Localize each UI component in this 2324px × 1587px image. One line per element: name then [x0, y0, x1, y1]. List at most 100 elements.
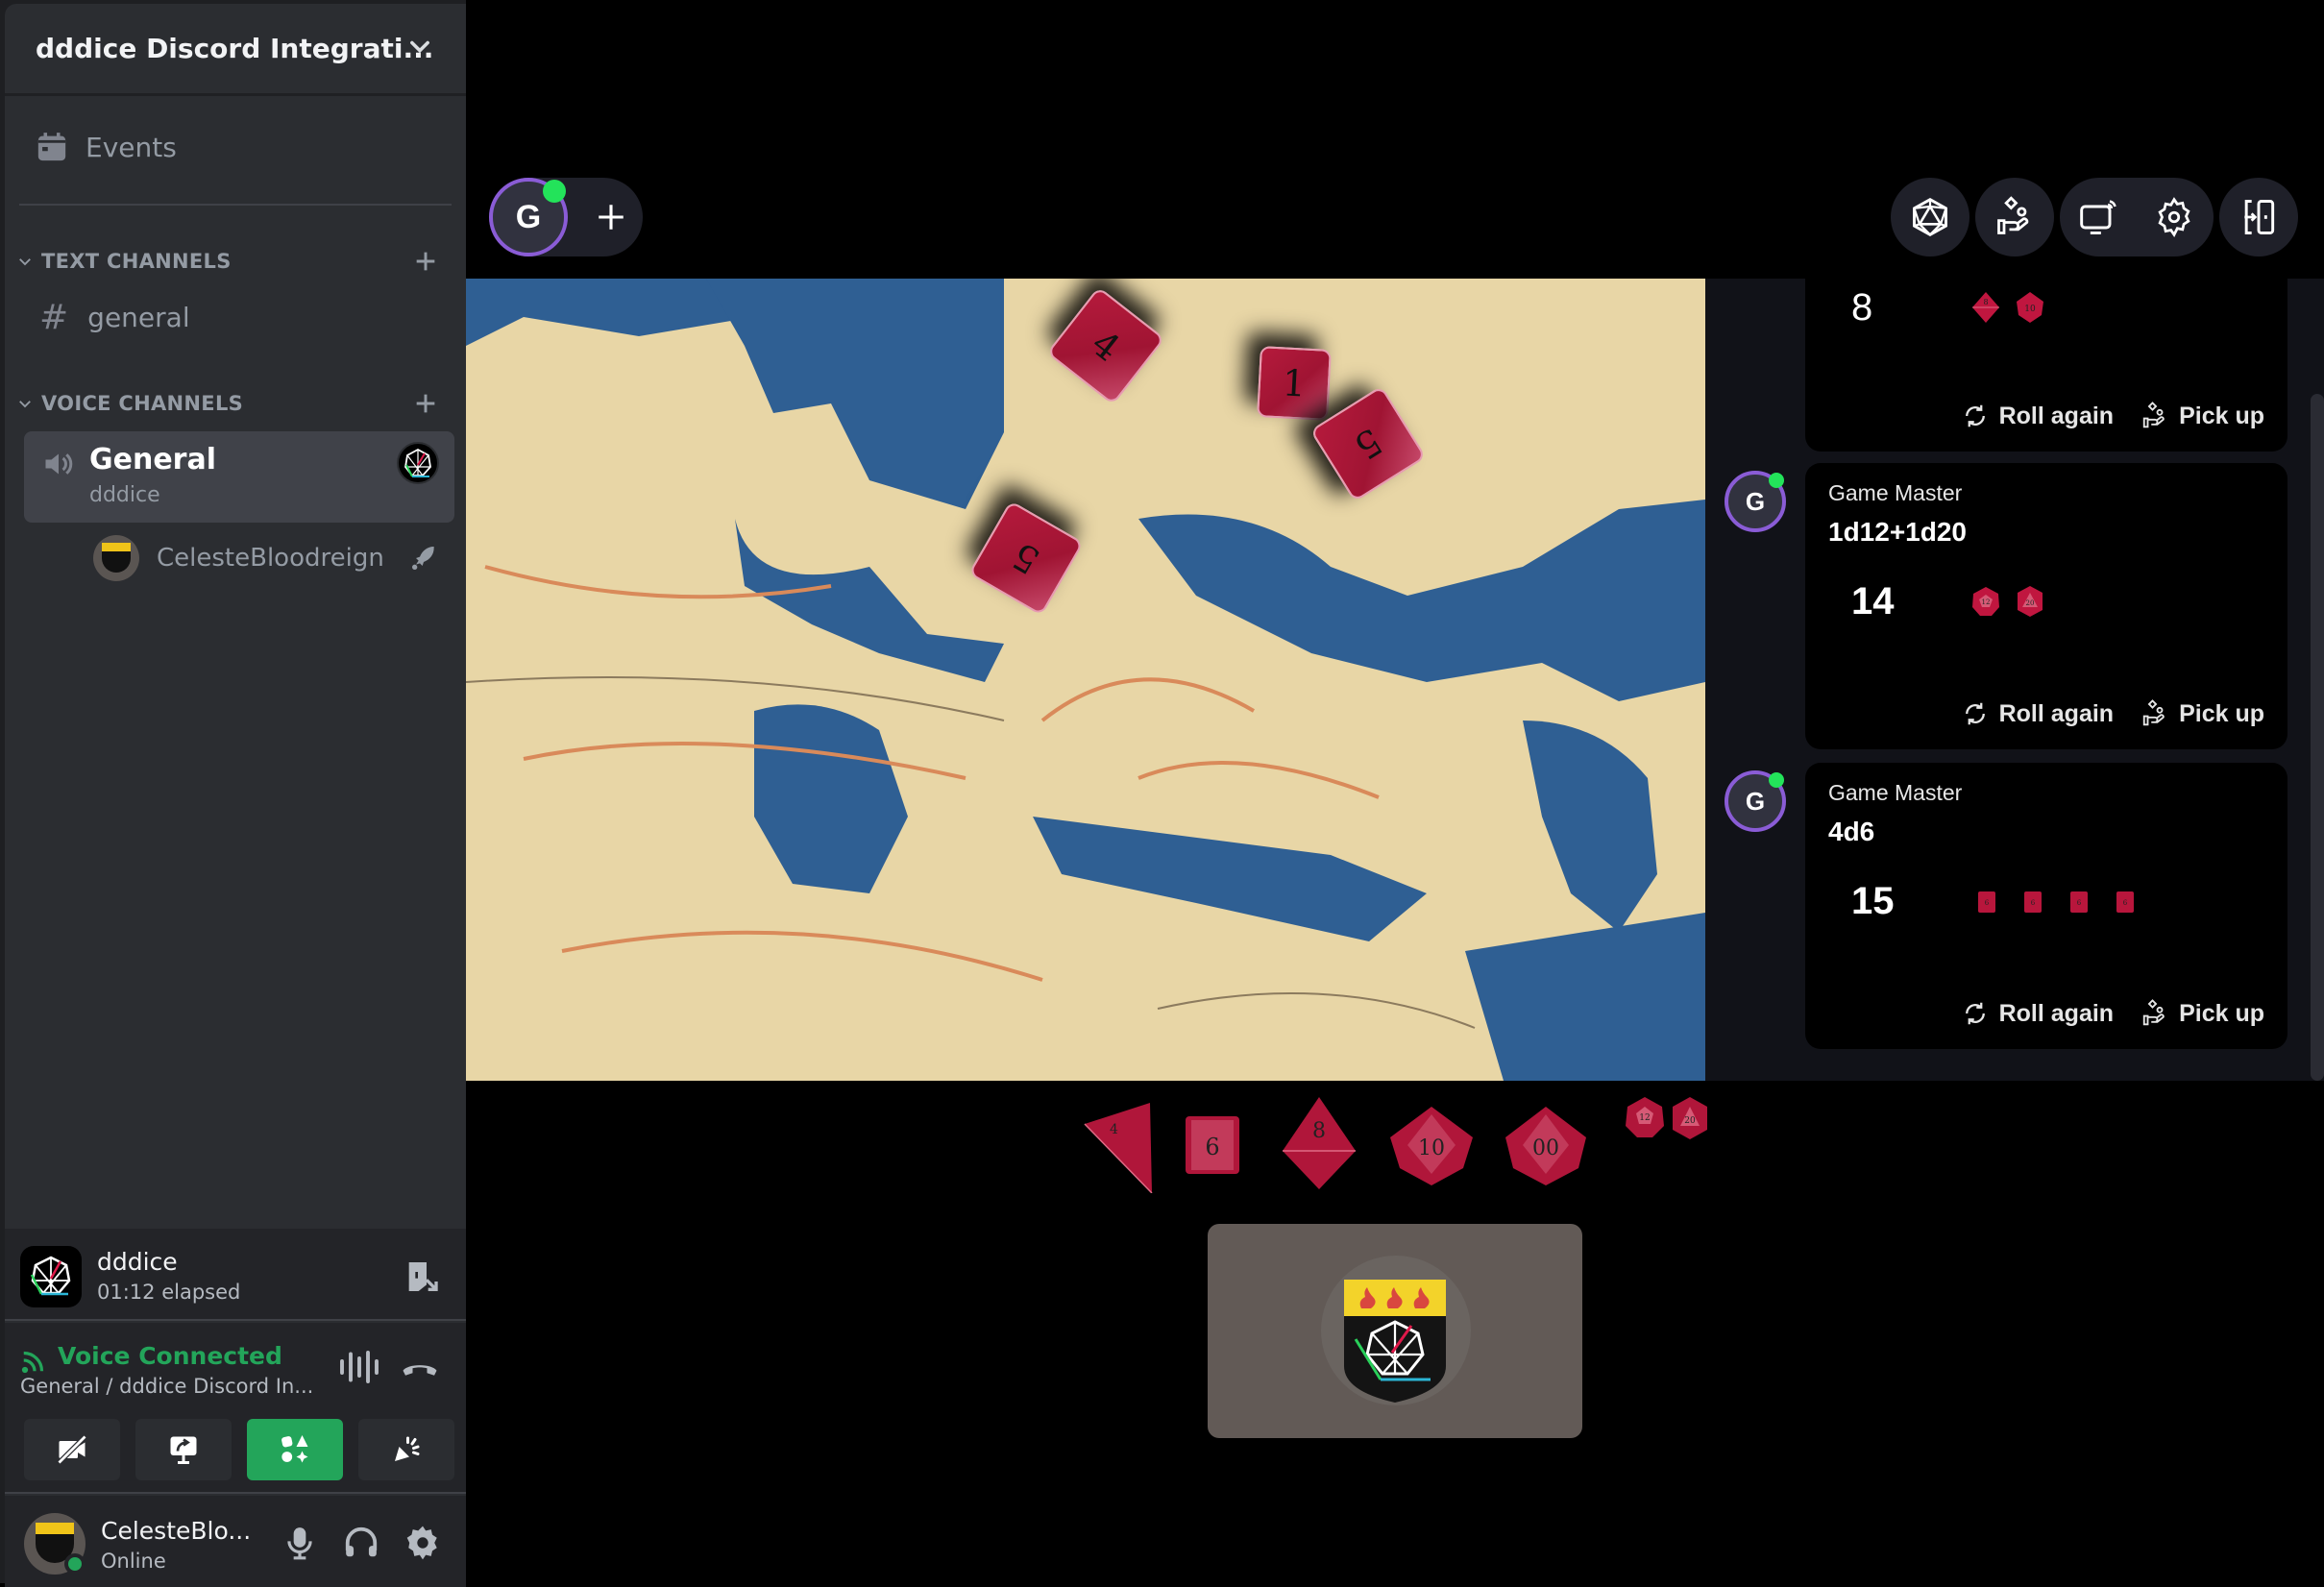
pick-up-button[interactable]: Pick up — [2141, 999, 2264, 1028]
dice-picker-button[interactable] — [1891, 178, 1969, 256]
roll-actions: Roll again Pick up — [1961, 402, 2264, 430]
svg-text:00: 00 — [1532, 1136, 1559, 1160]
roll-log[interactable]: 8 8 10 Roll again Pick up G Game Master … — [1705, 279, 2324, 1081]
roll-player: Game Master — [1828, 480, 1963, 505]
pick-up-dice-button[interactable] — [1975, 178, 2054, 256]
roll-again-label: Roll again — [1998, 699, 2115, 727]
pick-up-icon — [2142, 999, 2165, 1026]
add-player-icon[interactable] — [595, 201, 627, 233]
channel-general[interactable]: # general — [39, 298, 190, 337]
roll-dice: 12 20 — [1969, 584, 2047, 619]
roll-again-button[interactable]: Roll again — [1961, 999, 2114, 1028]
roll-actions: Roll again Pick up — [1961, 699, 2264, 728]
roll-total: 14 — [1851, 580, 1895, 623]
d8-die-icon: 8 — [1972, 292, 1999, 323]
participant-video-tile[interactable] — [1208, 1224, 1582, 1438]
die-value: 4 — [1083, 322, 1129, 370]
pick-up-button[interactable]: Pick up — [2141, 402, 2264, 430]
pick-up-button[interactable]: Pick up — [2141, 699, 2264, 728]
create-channel-icon[interactable] — [412, 248, 439, 275]
voice-channels-category[interactable]: VOICE CHANNELS — [16, 392, 439, 415]
roll-again-label: Roll again — [1998, 402, 2115, 429]
d10-die-icon: 10 — [2017, 292, 2043, 323]
sidebar-panel: dddice Discord Integrati... Events TEXT … — [5, 4, 466, 1587]
log-scrollbar[interactable] — [2311, 394, 2324, 1081]
top-controls — [1891, 178, 2304, 256]
settings-button[interactable] — [2135, 178, 2214, 256]
roll-again-button[interactable]: Roll again — [1961, 402, 2114, 430]
exit-icon — [2244, 200, 2275, 234]
svg-text:20: 20 — [2026, 599, 2035, 607]
channel-name: general — [87, 302, 190, 333]
text-channels-category[interactable]: TEXT CHANNELS — [16, 250, 439, 273]
roll-equation: 1d12+1d20 — [1828, 517, 1967, 547]
d00-die-button[interactable]: 00 — [1504, 1107, 1588, 1185]
cast-button[interactable] — [2060, 178, 2139, 256]
leave-room-button[interactable] — [2219, 178, 2298, 256]
dddice-logo — [20, 1246, 82, 1307]
headphones-icon[interactable] — [343, 1525, 379, 1561]
gear-icon[interactable] — [404, 1525, 441, 1561]
activities-button[interactable] — [247, 1419, 343, 1480]
roll-again-button[interactable]: Roll again — [1961, 699, 2114, 728]
activities-icon — [281, 1435, 308, 1463]
voice-status[interactable]: Voice Connected — [58, 1342, 282, 1370]
svg-text:20: 20 — [1684, 1116, 1696, 1126]
voice-channel-general[interactable]: General dddice — [24, 431, 454, 523]
server-header[interactable]: dddice Discord Integrati... — [5, 4, 466, 96]
pick-up-label: Pick up — [2179, 999, 2264, 1027]
pick-up-label: Pick up — [2179, 699, 2264, 727]
voice-location[interactable]: General / dddice Discord In... — [20, 1375, 313, 1398]
refresh-icon — [1965, 404, 1985, 427]
roll-card: Game Master 4d6 15 6 6 6 6 Roll again Pi… — [1805, 763, 2287, 1049]
roll-again-label: Roll again — [1998, 999, 2115, 1027]
events-link[interactable]: Events — [36, 131, 177, 163]
create-channel-icon[interactable] — [412, 390, 439, 417]
player-avatar[interactable]: G — [489, 178, 568, 256]
map-die-d6[interactable]: 1 — [1257, 346, 1332, 421]
roll-card: 8 8 10 Roll again Pick up — [1805, 279, 2287, 452]
d8-die-button[interactable]: 8 — [1283, 1097, 1356, 1189]
microphone-icon[interactable] — [281, 1525, 318, 1561]
voice-member[interactable]: CelesteBloodreign — [93, 535, 449, 581]
party-bar: G — [489, 178, 643, 256]
d20-die-button[interactable]: 20 — [1669, 1095, 1711, 1141]
d4-die-button[interactable]: 4 — [1081, 1103, 1162, 1193]
map-canvas[interactable]: 4 1 5 5 — [466, 279, 1705, 1081]
speaker-icon — [45, 453, 73, 475]
roll-dice: 6 6 6 6 — [1969, 884, 2141, 918]
channel-sidebar: dddice Discord Integrati... Events TEXT … — [0, 0, 466, 1587]
d12-die-button[interactable]: 12 — [1624, 1095, 1666, 1139]
svg-text:6: 6 — [2123, 899, 2128, 907]
noise-suppression-icon[interactable] — [339, 1350, 379, 1384]
leave-activity-icon[interactable] — [403, 1257, 441, 1296]
hash-icon: # — [39, 298, 69, 337]
player-avatar[interactable]: G — [1725, 770, 1786, 832]
d6-die-icon: 6 — [1978, 891, 1995, 913]
svg-text:8: 8 — [1983, 298, 1988, 306]
player-avatar[interactable]: G — [1725, 471, 1786, 532]
d20-icon — [1913, 197, 1947, 237]
pick-up-icon — [2142, 699, 2165, 726]
sidebar-divider — [19, 204, 452, 206]
d10-die-button[interactable]: 10 — [1388, 1107, 1475, 1185]
user-avatar[interactable] — [24, 1513, 86, 1575]
camera-off-button[interactable] — [24, 1419, 120, 1480]
roll-total: 15 — [1851, 880, 1895, 922]
online-status-dot — [64, 1553, 86, 1575]
disconnect-icon[interactable] — [401, 1354, 439, 1380]
dddice-activity-icon[interactable] — [397, 442, 439, 484]
voice-connection-panel: Voice Connected General / dddice Discord… — [5, 1323, 466, 1494]
gear-icon — [2158, 197, 2190, 238]
online-status-dot — [1769, 473, 1784, 488]
soundboard-button[interactable] — [358, 1419, 454, 1480]
d6-die-button[interactable]: 6 — [1184, 1114, 1241, 1176]
voice-channel-name: General — [89, 443, 216, 476]
screen-share-button[interactable] — [135, 1419, 232, 1480]
avatar-initial: G — [1745, 486, 1766, 516]
roll-card: Game Master 1d12+1d20 14 12 20 Roll agai… — [1805, 463, 2287, 749]
svg-text:6: 6 — [1205, 1134, 1219, 1160]
svg-text:4: 4 — [1110, 1122, 1118, 1137]
svg-text:12: 12 — [1982, 598, 1991, 606]
server-name: dddice Discord Integrati... — [36, 33, 434, 64]
